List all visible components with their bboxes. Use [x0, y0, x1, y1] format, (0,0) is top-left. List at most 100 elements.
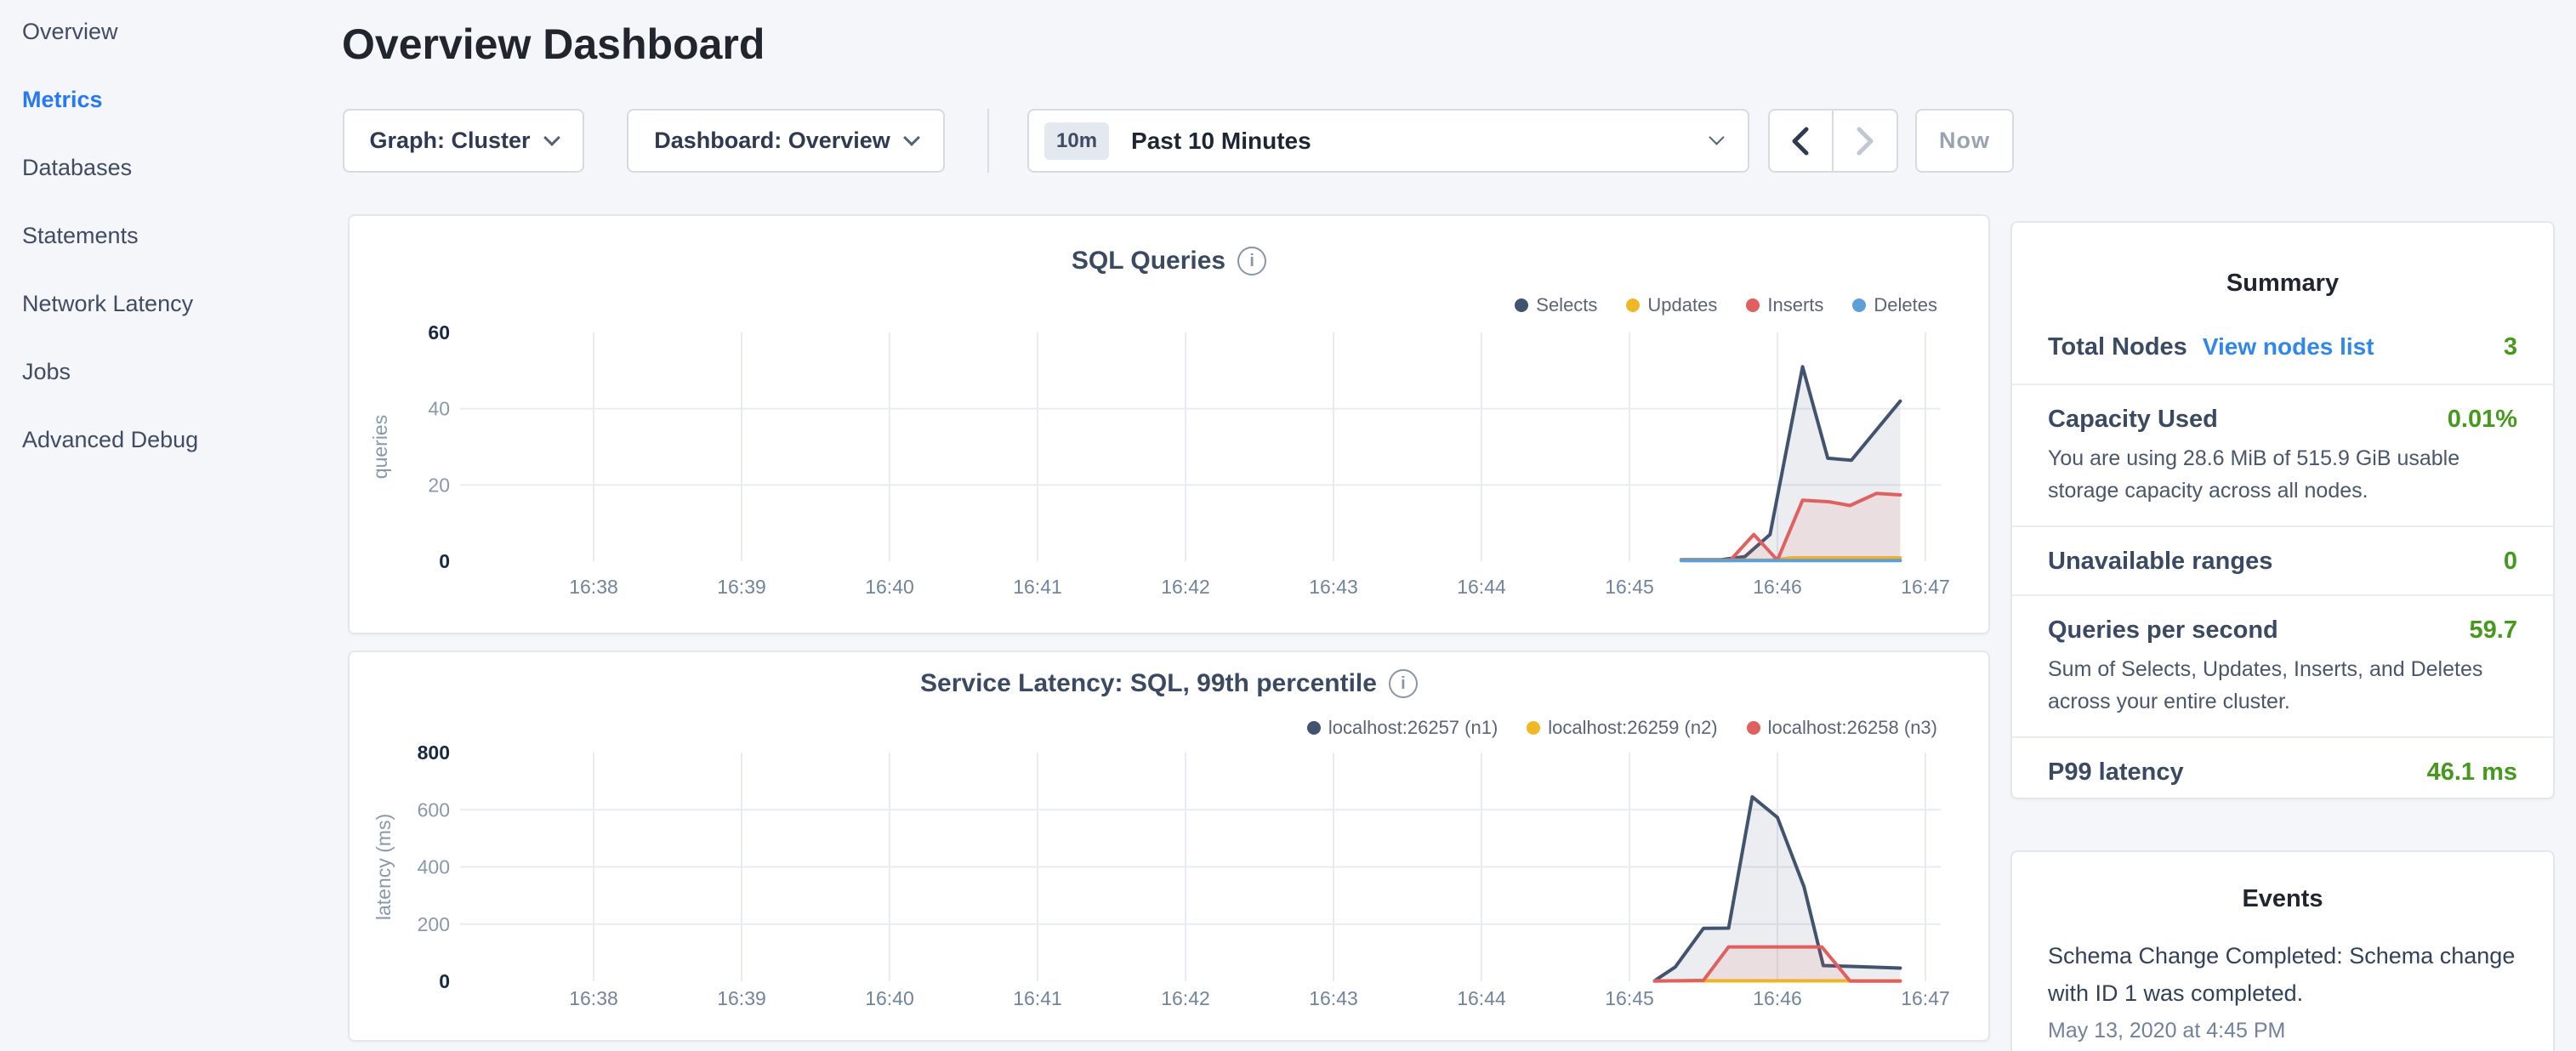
svg-text:16:38: 16:38 — [569, 987, 618, 1009]
sidebar-item-databases[interactable]: Databases — [22, 149, 132, 186]
time-range-label: Past 10 Minutes — [1131, 128, 1311, 155]
svg-text:60: 60 — [428, 321, 450, 344]
chart-legend: Selects Updates Inserts Deletes — [1515, 294, 1937, 316]
app-root: Overview Metrics Databases Statements Ne… — [0, 0, 2576, 1051]
legend-item-deletes[interactable]: Deletes — [1852, 294, 1937, 316]
summary-row-total-nodes: Total Nodes View nodes list 3 — [2012, 299, 2553, 383]
svg-text:16:39: 16:39 — [717, 987, 766, 1009]
time-range-badge: 10m — [1044, 122, 1109, 160]
svg-text:queries: queries — [369, 415, 391, 479]
sidebar-item-advanced-debug[interactable]: Advanced Debug — [22, 421, 198, 458]
view-nodes-list-link[interactable]: View nodes list — [2203, 333, 2374, 361]
p99-latency-value: 46.1 ms — [2427, 758, 2517, 787]
sidebar-item-jobs[interactable]: Jobs — [22, 353, 71, 390]
sidebar-item-network-latency[interactable]: Network Latency — [22, 285, 193, 322]
svg-text:16:44: 16:44 — [1457, 987, 1506, 1009]
svg-text:16:43: 16:43 — [1309, 576, 1358, 598]
summary-row-unavailable-ranges: Unavailable ranges 0 — [2012, 526, 2553, 594]
info-icon[interactable]: i — [1389, 669, 1418, 698]
chevron-down-icon — [1709, 129, 1724, 145]
svg-text:16:40: 16:40 — [865, 987, 914, 1009]
summary-row-capacity-used: Capacity Used 0.01% You are using 28.6 M… — [2012, 383, 2553, 526]
legend-dot — [1852, 298, 1866, 312]
capacity-used-value: 0.01% — [2448, 406, 2517, 434]
svg-text:400: 400 — [418, 856, 450, 878]
dashboard-dropdown[interactable]: Dashboard: Overview — [627, 109, 945, 173]
unavailable-ranges-value: 0 — [2504, 548, 2517, 576]
graph-dropdown-label: Graph: Cluster — [369, 128, 530, 154]
svg-text:16:42: 16:42 — [1161, 987, 1210, 1009]
time-back-button[interactable] — [1770, 111, 1834, 171]
summary-title: Summary — [2012, 223, 2553, 299]
sidebar-item-metrics[interactable]: Metrics — [22, 81, 103, 118]
info-icon[interactable]: i — [1237, 247, 1266, 276]
chevron-left-icon — [1789, 124, 1811, 158]
svg-text:16:39: 16:39 — [717, 576, 766, 598]
time-range-dropdown[interactable]: 10m Past 10 Minutes — [1027, 109, 1749, 173]
total-nodes-value: 3 — [2504, 333, 2517, 361]
legend-item-n2[interactable]: localhost:26259 (n2) — [1527, 717, 1717, 739]
sidebar: Overview Metrics Databases Statements Ne… — [0, 0, 340, 1051]
legend-item-updates[interactable]: Updates — [1626, 294, 1717, 316]
sidebar-item-overview[interactable]: Overview — [22, 13, 118, 50]
dashboard-dropdown-label: Dashboard: Overview — [654, 128, 890, 154]
legend-item-selects[interactable]: Selects — [1515, 294, 1597, 316]
page-title: Overview Dashboard — [342, 19, 765, 70]
svg-text:16:41: 16:41 — [1013, 576, 1062, 598]
svg-text:800: 800 — [418, 741, 450, 764]
events-title: Events — [2012, 852, 2553, 915]
chart-title-row: Service Latency: SQL, 99th percentile i — [350, 669, 1988, 698]
svg-text:16:40: 16:40 — [865, 576, 914, 598]
svg-text:0: 0 — [439, 970, 450, 992]
time-forward-button[interactable] — [1834, 111, 1897, 171]
sql-queries-plot[interactable]: 16:38 16:39 16:40 16:41 16:42 16:43 16:44 16:45… — [350, 216, 1992, 636]
chart-title-row: SQL Queries i — [350, 247, 1988, 276]
summary-row-p99-latency: P99 latency 46.1 ms — [2012, 736, 2553, 799]
sidebar-item-statements[interactable]: Statements — [22, 217, 139, 254]
svg-text:16:45: 16:45 — [1605, 987, 1654, 1009]
svg-text:0: 0 — [439, 550, 450, 572]
legend-dot — [1746, 298, 1760, 312]
svg-text:16:47: 16:47 — [1901, 987, 1950, 1009]
svg-text:20: 20 — [428, 474, 450, 496]
svg-text:16:46: 16:46 — [1753, 576, 1802, 598]
svg-text:40: 40 — [428, 398, 450, 420]
legend-dot — [1747, 721, 1760, 735]
svg-text:16:42: 16:42 — [1161, 576, 1210, 598]
svg-text:16:43: 16:43 — [1309, 987, 1358, 1009]
svg-text:16:45: 16:45 — [1605, 576, 1654, 598]
svg-text:16:38: 16:38 — [569, 576, 618, 598]
chevron-down-icon — [903, 129, 920, 146]
chart-title: SQL Queries — [1072, 247, 1225, 276]
service-latency-plot[interactable]: 16:38 16:39 16:40 16:41 16:42 16:43 16:44 16:45… — [350, 652, 1992, 1043]
sql-queries-chart-card: 16:38 16:39 16:40 16:41 16:42 16:43 16:44 16:45… — [348, 214, 1990, 634]
legend-dot — [1527, 721, 1540, 735]
legend-item-inserts[interactable]: Inserts — [1746, 294, 1823, 316]
service-latency-chart-card: 16:38 16:39 16:40 16:41 16:42 16:43 16:44 16:45… — [348, 650, 1990, 1042]
chart-title: Service Latency: SQL, 99th percentile — [920, 669, 1377, 698]
chevron-right-icon — [1854, 124, 1876, 158]
chevron-down-icon — [543, 129, 560, 146]
svg-text:600: 600 — [418, 798, 450, 821]
graph-dropdown[interactable]: Graph: Cluster — [343, 109, 584, 173]
now-button-label: Now — [1939, 128, 1990, 154]
svg-text:latency (ms): latency (ms) — [372, 814, 395, 920]
svg-text:200: 200 — [418, 913, 450, 935]
time-pager — [1768, 109, 1898, 173]
svg-text:16:46: 16:46 — [1753, 987, 1802, 1009]
events-panel: Events Schema Change Completed: Schema c… — [2010, 850, 2555, 1051]
summary-row-queries-per-second: Queries per second 59.7 Sum of Selects, … — [2012, 594, 2553, 736]
controls-divider — [987, 109, 989, 173]
svg-text:16:47: 16:47 — [1901, 576, 1950, 598]
chart-legend: localhost:26257 (n1) localhost:26259 (n2… — [1307, 717, 1937, 739]
now-button[interactable]: Now — [1915, 109, 2014, 173]
event-item[interactable]: Schema Change Completed: Schema change w… — [2012, 915, 2553, 1043]
svg-text:16:41: 16:41 — [1013, 987, 1062, 1009]
legend-dot — [1307, 721, 1321, 735]
queries-per-second-value: 59.7 — [2470, 616, 2517, 645]
legend-item-n3[interactable]: localhost:26258 (n3) — [1747, 717, 1937, 739]
legend-item-n1[interactable]: localhost:26257 (n1) — [1307, 717, 1498, 739]
legend-dot — [1515, 298, 1528, 312]
summary-panel: Summary Total Nodes View nodes list 3 Ca… — [2010, 221, 2555, 799]
svg-text:16:44: 16:44 — [1457, 576, 1506, 598]
